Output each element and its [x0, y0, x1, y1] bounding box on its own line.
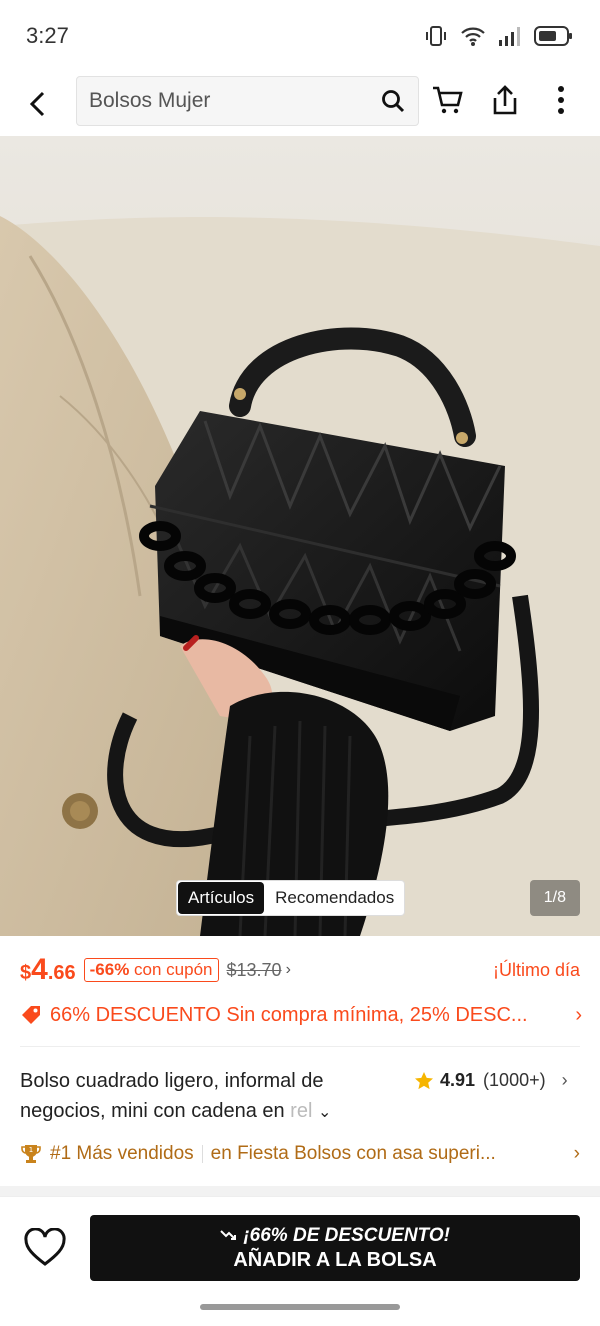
vibrate-icon — [426, 26, 446, 46]
heart-icon — [24, 1228, 66, 1266]
tag-icon — [22, 1006, 40, 1024]
search-input[interactable]: Bolsos Mujer — [89, 89, 380, 113]
system-nav-bar — [0, 1292, 600, 1326]
chevron-right-icon[interactable]: › — [575, 1004, 582, 1027]
trend-icon — [220, 1229, 237, 1240]
coupon-badge: -66% con cupón — [83, 958, 219, 982]
original-price[interactable]: $13.70 — [227, 960, 282, 981]
current-price: $ 4 .66 — [20, 953, 76, 987]
price-currency: $ — [20, 962, 32, 984]
wishlist-button[interactable] — [22, 1225, 68, 1271]
cta-label: AÑADIR A LA BOLSA — [233, 1248, 437, 1271]
back-icon — [29, 91, 45, 117]
home-indicator[interactable] — [200, 1304, 400, 1310]
price-row: $ 4 .66 -66% con cupón $13.70 › ¡Último … — [20, 950, 580, 990]
chevron-right-icon[interactable]: › — [286, 961, 291, 979]
share-icon — [493, 85, 517, 115]
tab-articulos[interactable]: Artículos — [178, 882, 265, 914]
review-count: (1000+) — [483, 1070, 546, 1090]
back-button[interactable] — [16, 82, 60, 126]
share-button[interactable] — [485, 80, 525, 120]
wifi-icon — [461, 27, 485, 46]
top-bar: Bolsos Mujer — [0, 72, 600, 136]
chevron-right-icon[interactable]: › — [562, 1070, 568, 1091]
discount-percent: -66% — [89, 960, 130, 979]
cta-promo-text: ¡66% DE DESCUENTO! — [243, 1224, 450, 1246]
chevron-right-icon[interactable]: › — [574, 1143, 580, 1165]
product-image-gallery[interactable]: Artículos Recomendados 1/8 — [0, 136, 600, 936]
signal-icon — [499, 27, 520, 46]
promo-row[interactable]: 66% DESCUENTO Sin compra mínima, 25% DES… — [20, 996, 582, 1034]
price-decimal: .66 — [47, 962, 76, 984]
more-button[interactable] — [541, 80, 581, 120]
search-box[interactable]: Bolsos Mujer — [76, 76, 419, 126]
more-icon — [558, 86, 564, 114]
ranking-category: en Fiesta Bolsos con asa superi... — [210, 1143, 496, 1164]
expand-chevron-icon[interactable]: ⌄ — [318, 1104, 331, 1121]
title-line-2: negocios, mini con cadena en rel ⌄ — [20, 1096, 400, 1128]
search-icon[interactable] — [380, 88, 406, 114]
image-counter: 1/8 — [529, 880, 580, 916]
separator — [201, 1145, 203, 1163]
title-line-2-text: negocios, mini con cadena en — [20, 1100, 285, 1122]
battery-icon — [534, 26, 572, 46]
promo-text: 66% DESCUENTO Sin compra mínima, 25% DES… — [50, 1003, 528, 1026]
rating-score: 4.91 — [440, 1070, 476, 1090]
product-title[interactable]: Bolso cuadrado ligero, informal de negoc… — [20, 1066, 400, 1128]
product-photo — [0, 136, 600, 936]
star-icon — [415, 1071, 433, 1089]
rating[interactable]: 4.91 (1000+) › — [414, 1070, 568, 1091]
trophy-icon: 1 — [21, 1145, 41, 1163]
tab-recomendados[interactable]: Recomendados — [265, 881, 404, 915]
cart-icon — [433, 86, 463, 114]
ranking-row[interactable]: 1 #1 Más vendidos en Fiesta Bolsos con a… — [20, 1138, 580, 1170]
status-time: 3:27 — [26, 23, 69, 48]
cart-button[interactable] — [428, 80, 468, 120]
price-integer: 4 — [31, 953, 48, 986]
title-line-1: Bolso cuadrado ligero, informal de — [20, 1070, 324, 1092]
status-icons — [424, 24, 574, 48]
status-bar: 3:27 — [0, 0, 600, 72]
bestseller-badge: #1 Más vendidos — [50, 1143, 194, 1164]
coupon-label: con cupón — [134, 960, 213, 979]
urgency-label: ¡Último día — [492, 959, 580, 980]
divider — [20, 1046, 580, 1047]
section-separator — [0, 1186, 600, 1196]
image-tabs: Artículos Recomendados — [176, 880, 406, 916]
title-fade-text: rel — [284, 1100, 313, 1122]
bottom-action-bar: ¡66% DE DESCUENTO! AÑADIR A LA BOLSA — [0, 1196, 600, 1292]
svg-text:1: 1 — [29, 1146, 33, 1154]
cta-promo: ¡66% DE DESCUENTO! — [90, 1225, 580, 1247]
add-to-bag-button[interactable]: ¡66% DE DESCUENTO! AÑADIR A LA BOLSA — [90, 1215, 580, 1281]
